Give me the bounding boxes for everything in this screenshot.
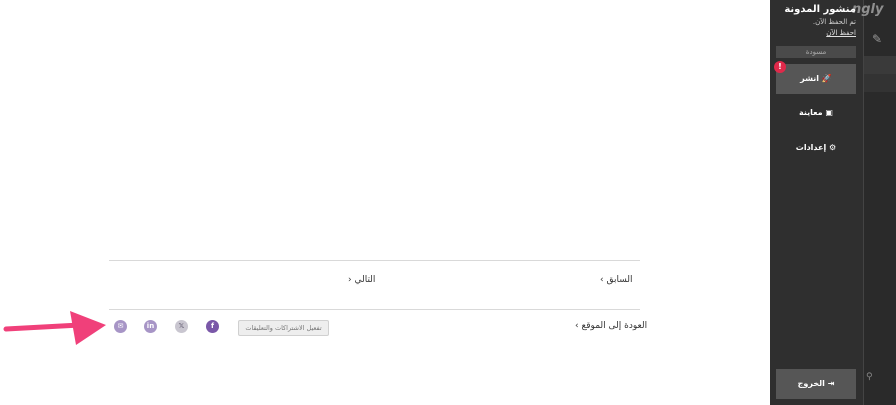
- x-icon[interactable]: 𝕏: [175, 320, 188, 333]
- alert-badge: !: [774, 61, 786, 73]
- publish-label: انشر: [800, 74, 820, 83]
- divider-bottom: [109, 309, 640, 310]
- rocket-icon: 🚀: [821, 74, 832, 83]
- exit-button[interactable]: ⇥ الخروج: [776, 369, 856, 399]
- pen-icon: ✎: [872, 32, 883, 46]
- strip-band-2: [864, 74, 896, 92]
- settings-label: إعدادات: [795, 143, 827, 152]
- publish-button[interactable]: 🚀 انشر: [776, 64, 856, 94]
- settings-button[interactable]: ⚙ إعدادات: [776, 143, 856, 152]
- saved-status: تم الحفظ الآن.: [812, 18, 856, 26]
- linkedin-icon[interactable]: in: [144, 320, 157, 333]
- exit-icon: ⇥: [827, 379, 835, 388]
- brand-logo: ngly: [852, 2, 884, 17]
- gear-icon: ⚙: [829, 143, 837, 152]
- next-link[interactable]: التالي ‹: [348, 275, 375, 285]
- search-icon: ⚲: [866, 372, 873, 382]
- panel-inner: [770, 0, 864, 405]
- preview-icon: ▣: [825, 108, 833, 117]
- draft-badge: مسودة: [776, 46, 856, 58]
- annotation-arrow-icon: [3, 311, 106, 345]
- facebook-icon[interactable]: f: [206, 320, 219, 333]
- strip-band: [864, 56, 896, 74]
- enable-subscriptions-button[interactable]: تفعيل الاشتراكات والتعليقات: [238, 320, 329, 336]
- back-to-site-link[interactable]: العودة إلى الموقع ›: [575, 321, 647, 331]
- main-content: السابق › التالي ‹ العودة إلى الموقع › تف…: [0, 0, 770, 405]
- preview-button[interactable]: ▣ معاينة: [776, 108, 856, 117]
- prev-link[interactable]: السابق ›: [600, 275, 633, 285]
- email-icon[interactable]: ✉: [114, 320, 127, 333]
- panel-title: منشور المدونة: [784, 4, 856, 15]
- exit-label: الخروج: [797, 379, 825, 388]
- preview-label: معاينة: [799, 108, 823, 117]
- save-now-link[interactable]: احفظ الآن: [774, 29, 856, 37]
- divider-top: [109, 260, 640, 261]
